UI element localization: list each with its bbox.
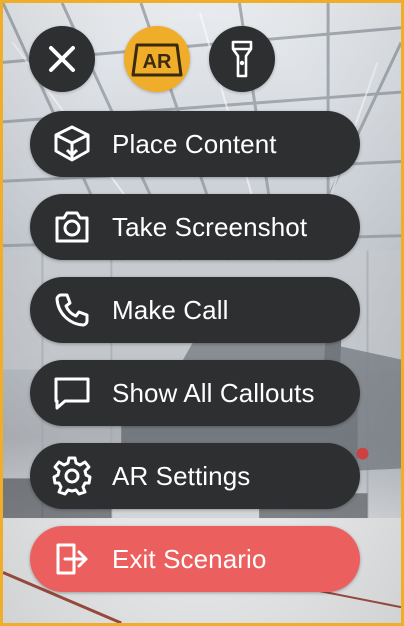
exit-scenario-button[interactable]: Exit Scenario	[30, 526, 360, 592]
exit-icon	[52, 539, 92, 579]
close-icon	[49, 46, 75, 72]
take-screenshot-label: Take Screenshot	[112, 211, 308, 242]
ar-mode-icon: AR	[131, 43, 183, 77]
place-content-button[interactable]: Place Content	[30, 111, 360, 177]
ar-camera-screen: AR Place Content Take Screenshot Make Ca…	[0, 0, 404, 626]
make-call-button[interactable]: Make Call	[30, 277, 360, 343]
camera-icon	[52, 207, 92, 247]
place-content-icon	[52, 124, 92, 164]
callout-icon	[52, 373, 92, 413]
exit-scenario-label: Exit Scenario	[112, 543, 267, 574]
make-call-label: Make Call	[112, 294, 229, 325]
ar-mode-label: AR	[143, 51, 172, 73]
ar-settings-button[interactable]: AR Settings	[30, 443, 360, 509]
gear-icon	[52, 456, 92, 496]
show-all-callouts-button[interactable]: Show All Callouts	[30, 360, 360, 426]
show-all-callouts-label: Show All Callouts	[112, 377, 315, 408]
ar-mode-button[interactable]: AR	[124, 26, 190, 92]
place-content-label: Place Content	[112, 128, 277, 159]
close-button[interactable]	[29, 26, 95, 92]
flashlight-icon	[231, 40, 253, 78]
phone-icon	[52, 290, 92, 330]
take-screenshot-button[interactable]: Take Screenshot	[30, 194, 360, 260]
flashlight-button[interactable]	[209, 26, 275, 92]
top-controls: AR	[29, 26, 289, 94]
ar-settings-label: AR Settings	[112, 460, 251, 491]
